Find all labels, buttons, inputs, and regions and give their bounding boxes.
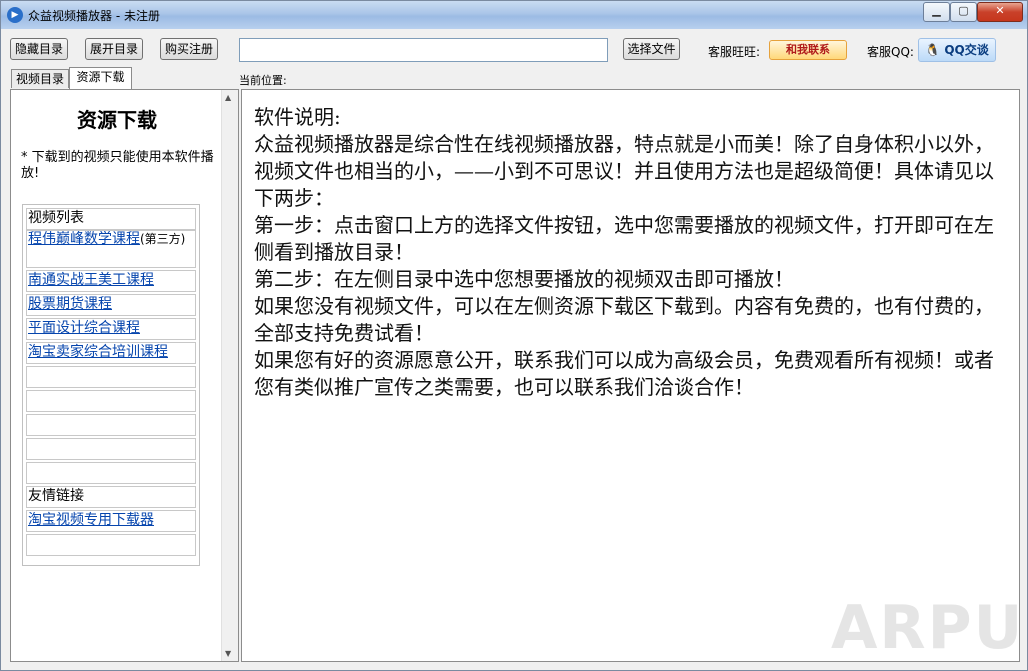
list-item: 淘宝视频专用下载器 — [26, 510, 196, 532]
video-link[interactable]: 平面设计综合课程 — [28, 320, 140, 336]
close-button[interactable]: ✕ — [977, 2, 1023, 22]
description-heading: 软件说明: — [254, 105, 341, 129]
list-item: 股票期货课程 — [26, 294, 196, 316]
list-item: 南通实战王美工课程 — [26, 270, 196, 292]
title-bar[interactable]: ▶ 众益视频播放器 - 未注册 ▁ ▢ ✕ — [1, 1, 1027, 29]
empty-list-item — [26, 390, 196, 412]
video-link[interactable]: 程伟巅峰数学课程 — [28, 231, 140, 247]
empty-list-item — [26, 438, 196, 460]
minimize-button[interactable]: ▁ — [923, 2, 950, 22]
resource-list: 视频列表 程伟巅峰数学课程(第三方) 南通实战王美工课程 股票期货课程 平面设计… — [22, 204, 200, 566]
friend-links-header: 友情链接 — [26, 486, 196, 508]
app-window: ▶ 众益视频播放器 - 未注册 ▁ ▢ ✕ 隐藏目录 展开目录 购买注册 选择文… — [0, 0, 1028, 671]
qq-penguin-icon: 🐧 — [925, 43, 941, 57]
description-panel: 软件说明: 众益视频播放器是综合性在线视频播放器，特点就是小而美！除了自身体积小… — [241, 89, 1020, 662]
description-paragraph: 众益视频播放器是综合性在线视频播放器，特点就是小而美！除了自身体积小以外，视频文… — [254, 132, 994, 210]
choose-file-button[interactable]: 选择文件 — [623, 38, 680, 60]
wangwang-contact-button[interactable]: 和我联系 — [769, 40, 847, 60]
empty-list-item — [26, 366, 196, 388]
empty-list-item — [26, 414, 196, 436]
video-link[interactable]: 南通实战王美工课程 — [28, 272, 154, 288]
video-list-header: 视频列表 — [26, 208, 196, 230]
video-link[interactable]: 淘宝卖家综合培训课程 — [28, 344, 168, 360]
scroll-down-icon[interactable]: ▼ — [225, 649, 231, 658]
expand-directory-button[interactable]: 展开目录 — [85, 38, 143, 60]
tab-resource-download[interactable]: 资源下载 — [69, 67, 132, 89]
hide-directory-button[interactable]: 隐藏目录 — [10, 38, 68, 60]
video-link-suffix: (第三方) — [140, 232, 186, 246]
empty-list-item — [26, 462, 196, 484]
vertical-scrollbar[interactable]: ▲ ▼ — [221, 90, 238, 661]
watermark: ARPUN — [831, 593, 1028, 663]
resource-panel: 资源下载 * 下载到的视频只能使用本软件播放! 视频列表 程伟巅峰数学课程(第三… — [10, 89, 239, 662]
qq-chat-label: QQ交谈 — [944, 43, 989, 57]
current-location-label: 当前位置: — [239, 74, 287, 87]
empty-list-item — [26, 534, 196, 556]
description-paragraph: 如果您有好的资源愿意公开，联系我们可以成为高级会员，免费观看所有视频！或者您有类… — [254, 348, 994, 399]
list-item: 平面设计综合课程 — [26, 318, 196, 340]
wangwang-label: 客服旺旺: — [708, 45, 761, 59]
resource-note: * 下载到的视频只能使用本软件播放! — [21, 150, 214, 181]
tab-video-directory[interactable]: 视频目录 — [11, 69, 69, 88]
window-title: 众益视频播放器 - 未注册 — [28, 9, 160, 23]
qq-label: 客服QQ: — [867, 45, 914, 59]
description-paragraph: 第一步：点击窗口上方的选择文件按钮，选中您需要播放的视频文件，打开即可在左侧看到… — [254, 213, 994, 264]
buy-register-button[interactable]: 购买注册 — [160, 38, 218, 60]
description-paragraph: 如果您没有视频文件，可以在左侧资源下载区下载到。内容有免费的，也有付费的，全部支… — [254, 294, 994, 345]
file-path-input[interactable] — [239, 38, 608, 62]
maximize-button[interactable]: ▢ — [950, 2, 977, 22]
list-item: 淘宝卖家综合培训课程 — [26, 342, 196, 364]
scroll-up-icon[interactable]: ▲ — [225, 93, 231, 102]
list-item: 程伟巅峰数学课程(第三方) — [26, 230, 196, 268]
friend-link[interactable]: 淘宝视频专用下载器 — [28, 512, 154, 528]
description-paragraph: 第二步：在左侧目录中选中您想要播放的视频双击即可播放！ — [254, 267, 794, 291]
description-text: 软件说明: 众益视频播放器是综合性在线视频播放器，特点就是小而美！除了自身体积小… — [254, 104, 1004, 401]
qq-chat-button[interactable]: 🐧 QQ交谈 — [918, 38, 996, 62]
resource-title: 资源下载 — [77, 108, 157, 132]
app-play-icon: ▶ — [7, 7, 23, 23]
video-link[interactable]: 股票期货课程 — [28, 296, 112, 312]
